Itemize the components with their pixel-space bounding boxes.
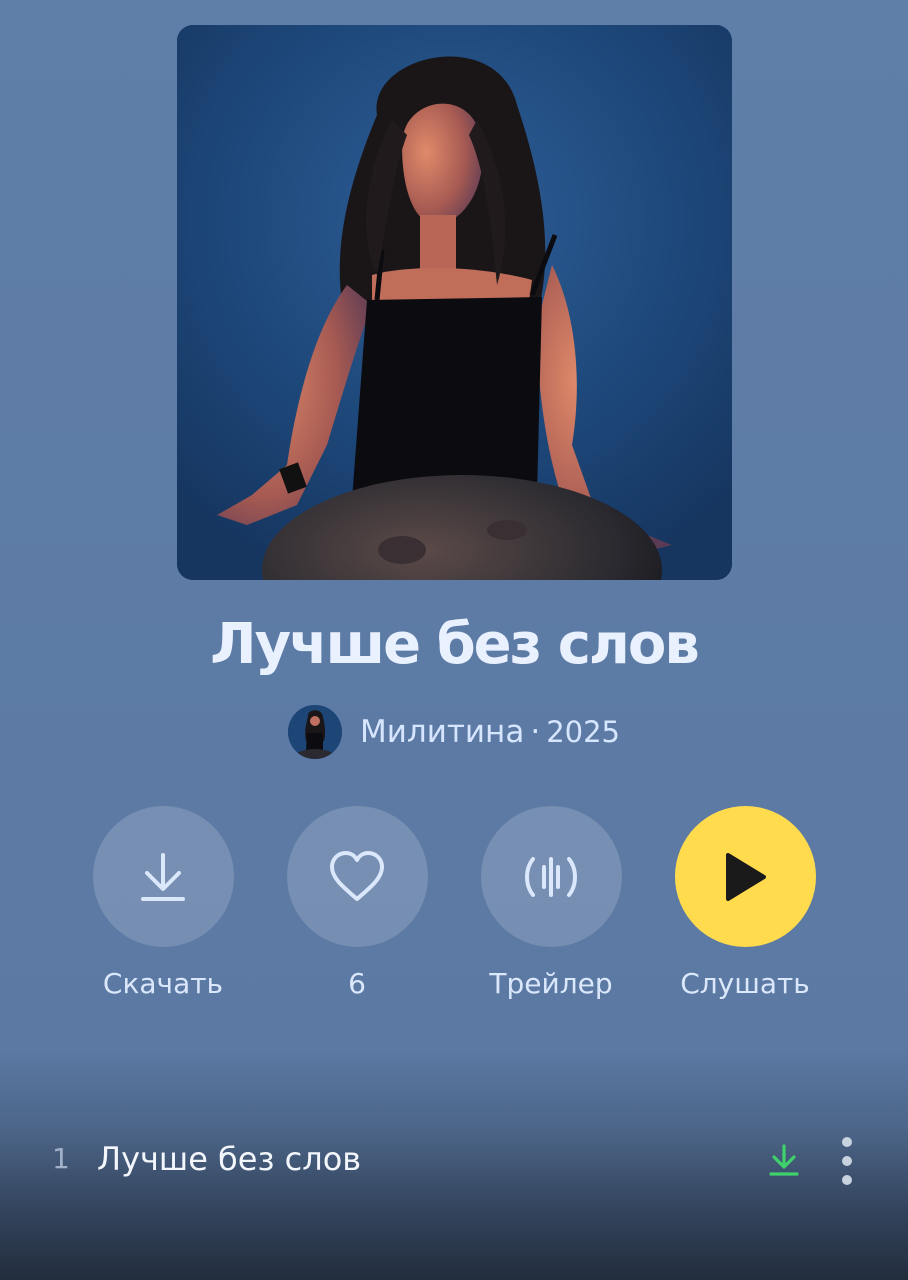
- play-icon: [726, 852, 766, 901]
- artist-name[interactable]: Милитина: [360, 714, 524, 750]
- play-button[interactable]: [674, 806, 816, 947]
- track-title[interactable]: Лучше без слов: [97, 1140, 361, 1178]
- likes-count: 6: [348, 967, 366, 1000]
- downloaded-icon: [769, 1144, 799, 1176]
- more-vertical-icon[interactable]: [832, 1136, 862, 1186]
- listen-label: Слушать: [680, 967, 810, 1000]
- action-bar: Скачать 6 Трейлер Слушать: [0, 806, 908, 1006]
- trailer-button[interactable]: [480, 806, 622, 947]
- artist-avatar[interactable]: [288, 705, 342, 759]
- track-number: 1: [52, 1142, 70, 1175]
- like-button[interactable]: [286, 806, 428, 947]
- download-icon: [141, 852, 185, 901]
- like-action[interactable]: 6: [259, 806, 455, 1000]
- listen-action[interactable]: Слушать: [647, 806, 843, 1000]
- heart-icon: [330, 850, 384, 901]
- trailer-action[interactable]: Трейлер: [453, 806, 649, 1000]
- download-label: Скачать: [102, 967, 224, 1000]
- waveform-icon: [525, 856, 577, 897]
- album-cover: [177, 25, 732, 580]
- artist-row[interactable]: Милитина · 2025: [0, 704, 908, 760]
- download-button[interactable]: [92, 806, 234, 947]
- meta-separator: ·: [530, 714, 541, 750]
- download-action[interactable]: Скачать: [65, 806, 261, 1000]
- trailer-label: Трейлер: [489, 967, 613, 1000]
- album-title: Лучше без слов: [210, 612, 700, 677]
- track-row[interactable]: 1 Лучше без слов: [0, 1130, 908, 1190]
- release-year: 2025: [546, 715, 620, 749]
